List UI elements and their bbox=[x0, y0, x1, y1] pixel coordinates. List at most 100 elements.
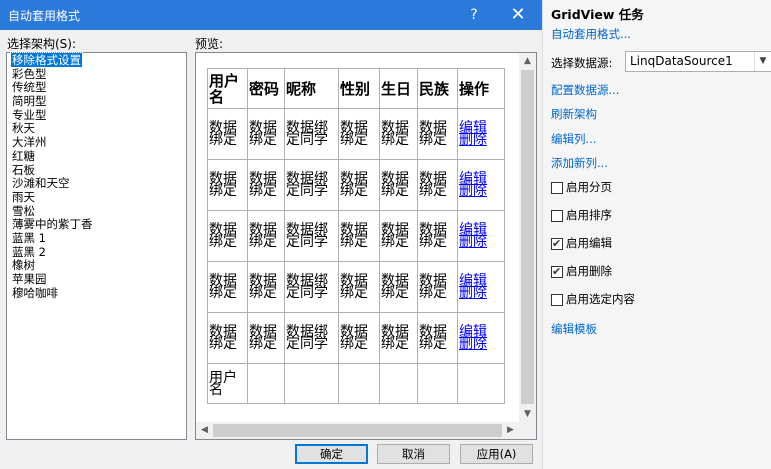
checkbox-empty-icon[interactable] bbox=[551, 182, 563, 194]
grid-cell: 数据绑定 bbox=[338, 210, 380, 262]
help-button[interactable]: ? bbox=[463, 4, 485, 26]
scheme-item[interactable]: 传统型 bbox=[11, 81, 186, 95]
add-column-link[interactable]: 添加新列... bbox=[551, 155, 608, 171]
scheme-item-label: 传统型 bbox=[12, 80, 47, 95]
scroll-up-icon[interactable]: ▲ bbox=[519, 53, 536, 70]
preview-label: 预览: bbox=[195, 37, 224, 51]
scheme-item[interactable]: 移除格式设置 bbox=[10, 52, 186, 68]
edit-templates-link[interactable]: 编辑模板 bbox=[551, 321, 597, 337]
scheme-item-label: 专业型 bbox=[12, 107, 47, 122]
grid-header-cell: 用户名 bbox=[207, 68, 248, 109]
scheme-item[interactable]: 蓝黑 1 bbox=[11, 231, 186, 246]
scrollbar-corner bbox=[518, 422, 536, 439]
grid-cell: 数据绑定 bbox=[247, 210, 285, 262]
vertical-scroll-thumb[interactable] bbox=[521, 70, 534, 404]
scheme-item[interactable]: 沙滩和天空 bbox=[11, 176, 186, 191]
scheme-item[interactable]: 蓝黑 2 bbox=[11, 245, 186, 260]
preview-panel: 用户名 密码 昵称 性别 生日 民族 操作 数据绑定 数据绑定 数据绑定同学 数据绑定 数据绑定 数据… bbox=[195, 52, 537, 440]
scheme-item-label: 红糖 bbox=[12, 148, 35, 163]
grid-cell: 数据绑定 bbox=[207, 159, 248, 211]
scheme-item[interactable]: 秋天 bbox=[11, 122, 186, 136]
grid-cell: 数据绑定 bbox=[207, 312, 248, 364]
scheme-item-label: 石板 bbox=[12, 162, 35, 177]
table-row: 数据绑定 数据绑定 数据绑定同学 数据绑定 数据绑定 数据绑定 编辑 删除 bbox=[207, 159, 505, 211]
horizontal-scroll-thumb[interactable] bbox=[213, 424, 502, 437]
grid-cell: 数据绑定 bbox=[247, 108, 285, 160]
scheme-item[interactable]: 石板 bbox=[11, 162, 186, 178]
scheme-item-label: 橡树 bbox=[12, 258, 35, 273]
scroll-left-icon[interactable]: ◀ bbox=[196, 422, 213, 439]
table-row: 数据绑定 数据绑定 数据绑定同学 数据绑定 数据绑定 数据绑定 编辑 删除 bbox=[207, 210, 505, 262]
scheme-item[interactable]: 大洋州 bbox=[11, 135, 186, 150]
scheme-item[interactable]: 橡树 bbox=[11, 258, 186, 273]
scheme-item-label: 彩色型 bbox=[12, 66, 47, 81]
grid-header-cell: 生日 bbox=[379, 68, 418, 109]
scheme-item[interactable]: 彩色型 bbox=[11, 66, 186, 82]
scheme-item[interactable]: 专业型 bbox=[11, 107, 186, 123]
scheme-item[interactable]: 薄雾中的紫丁香 bbox=[11, 217, 186, 232]
scheme-item[interactable]: 简明型 bbox=[11, 94, 186, 109]
scheme-item[interactable]: 苹果园 bbox=[11, 272, 186, 287]
auto-format-dialog: 自动套用格式 ? ✕ 选择架构(S): 预览: 移除格式设置 彩色型 传统型 简明型专… bbox=[0, 0, 542, 469]
grid-cell: 数据绑定 bbox=[379, 261, 418, 313]
option-checkbox[interactable]: 启用编辑 bbox=[551, 237, 751, 251]
grid-body: 数据绑定 数据绑定 数据绑定同学 数据绑定 数据绑定 数据绑定 编辑 删除 数据绑定 数据绑定 数据… bbox=[207, 108, 505, 404]
auto-format-link[interactable]: 自动套用格式... bbox=[551, 26, 631, 42]
scheme-item-label: 穆哈咖啡 bbox=[12, 285, 58, 300]
grid-cell: 数据绑定同学 bbox=[284, 261, 339, 313]
checkbox-empty-icon[interactable] bbox=[551, 294, 563, 306]
grid-cell: 数据绑定 bbox=[417, 261, 458, 313]
grid-cell: 数据绑定 bbox=[338, 108, 380, 160]
scheme-item[interactable]: 穆哈咖啡 bbox=[11, 285, 186, 301]
scroll-right-icon[interactable]: ▶ bbox=[502, 422, 519, 439]
table-row: 数据绑定 数据绑定 数据绑定同学 数据绑定 数据绑定 数据绑定 编辑 删除 bbox=[207, 108, 505, 160]
grid-cell: 数据绑定 bbox=[417, 312, 458, 364]
dialog-title: 自动套用格式 bbox=[8, 9, 81, 23]
dialog-titlebar: 自动套用格式 ? ✕ bbox=[0, 0, 542, 30]
delete-link[interactable]: 删除 bbox=[459, 285, 487, 301]
table-row: 数据绑定 数据绑定 数据绑定同学 数据绑定 数据绑定 数据绑定 编辑 删除 bbox=[207, 261, 505, 313]
datasource-select[interactable]: LinqDataSource1 ▼ bbox=[625, 51, 771, 72]
datasource-value: LinqDataSource1 bbox=[630, 54, 733, 68]
delete-link[interactable]: 删除 bbox=[459, 336, 487, 352]
close-button[interactable]: ✕ bbox=[507, 4, 529, 26]
grid-header-cell: 密码 bbox=[247, 68, 285, 109]
grid-header-row: 用户名 密码 昵称 性别 生日 民族 操作 bbox=[207, 68, 505, 109]
preview-vertical-scrollbar[interactable]: ▲ ▼ bbox=[519, 53, 536, 423]
delete-link[interactable]: 删除 bbox=[459, 132, 487, 148]
grid-cell: 数据绑定 bbox=[247, 261, 285, 313]
grid-cell bbox=[417, 363, 458, 404]
ok-button[interactable]: 确定 bbox=[295, 444, 368, 464]
grid-cell: 用户名 bbox=[207, 363, 248, 404]
checkbox-checked-icon[interactable] bbox=[551, 237, 563, 250]
edit-columns-link[interactable]: 编辑列... bbox=[551, 131, 596, 147]
scheme-item-label: 大洋州 bbox=[12, 135, 47, 150]
chevron-down-icon[interactable]: ▼ bbox=[754, 52, 771, 71]
configure-datasource-link[interactable]: 配置数据源... bbox=[551, 82, 619, 98]
option-checkbox[interactable]: 启用排序 bbox=[551, 209, 751, 223]
grid-cell: 数据绑定 bbox=[247, 312, 285, 364]
cancel-button[interactable]: 取消 bbox=[377, 444, 450, 464]
delete-link[interactable]: 删除 bbox=[459, 234, 487, 250]
option-checkbox[interactable]: 启用分页 bbox=[551, 181, 751, 195]
scheme-item[interactable]: 雨天 bbox=[11, 190, 186, 205]
refresh-schema-link[interactable]: 刷新架构 bbox=[551, 106, 597, 122]
delete-link[interactable]: 删除 bbox=[459, 183, 487, 199]
preview-horizontal-scrollbar[interactable]: ◀ ▶ bbox=[196, 422, 519, 439]
scheme-item[interactable]: 红糖 bbox=[11, 148, 186, 164]
scroll-down-icon[interactable]: ▼ bbox=[519, 406, 536, 423]
schemes-listbox[interactable]: 移除格式设置 彩色型 传统型 简明型 专业型 秋天 大洋州 红糖 石板 沙滩和天空 雨天 雪松 薄雾中的… bbox=[6, 52, 187, 440]
checkbox-checked-icon[interactable] bbox=[551, 265, 563, 278]
apply-button[interactable]: 应用(A) bbox=[460, 444, 533, 464]
option-checkbox[interactable]: 启用删除 bbox=[551, 265, 751, 279]
grid-action-cell: 编辑 删除 bbox=[457, 312, 505, 364]
grid-cell: 数据绑定 bbox=[417, 210, 458, 262]
option-checkbox[interactable]: 启用选定内容 bbox=[551, 293, 751, 307]
scheme-item[interactable]: 雪松 bbox=[11, 204, 186, 219]
grid-cell: 数据绑定同学 bbox=[284, 159, 339, 211]
grid-action-cell: 编辑 删除 bbox=[457, 108, 505, 160]
grid-cell: 数据绑定 bbox=[338, 261, 380, 313]
checkbox-empty-icon[interactable] bbox=[551, 210, 563, 222]
table-row: 用户名 bbox=[207, 363, 505, 404]
grid-action-cell: 编辑 删除 bbox=[457, 159, 505, 211]
